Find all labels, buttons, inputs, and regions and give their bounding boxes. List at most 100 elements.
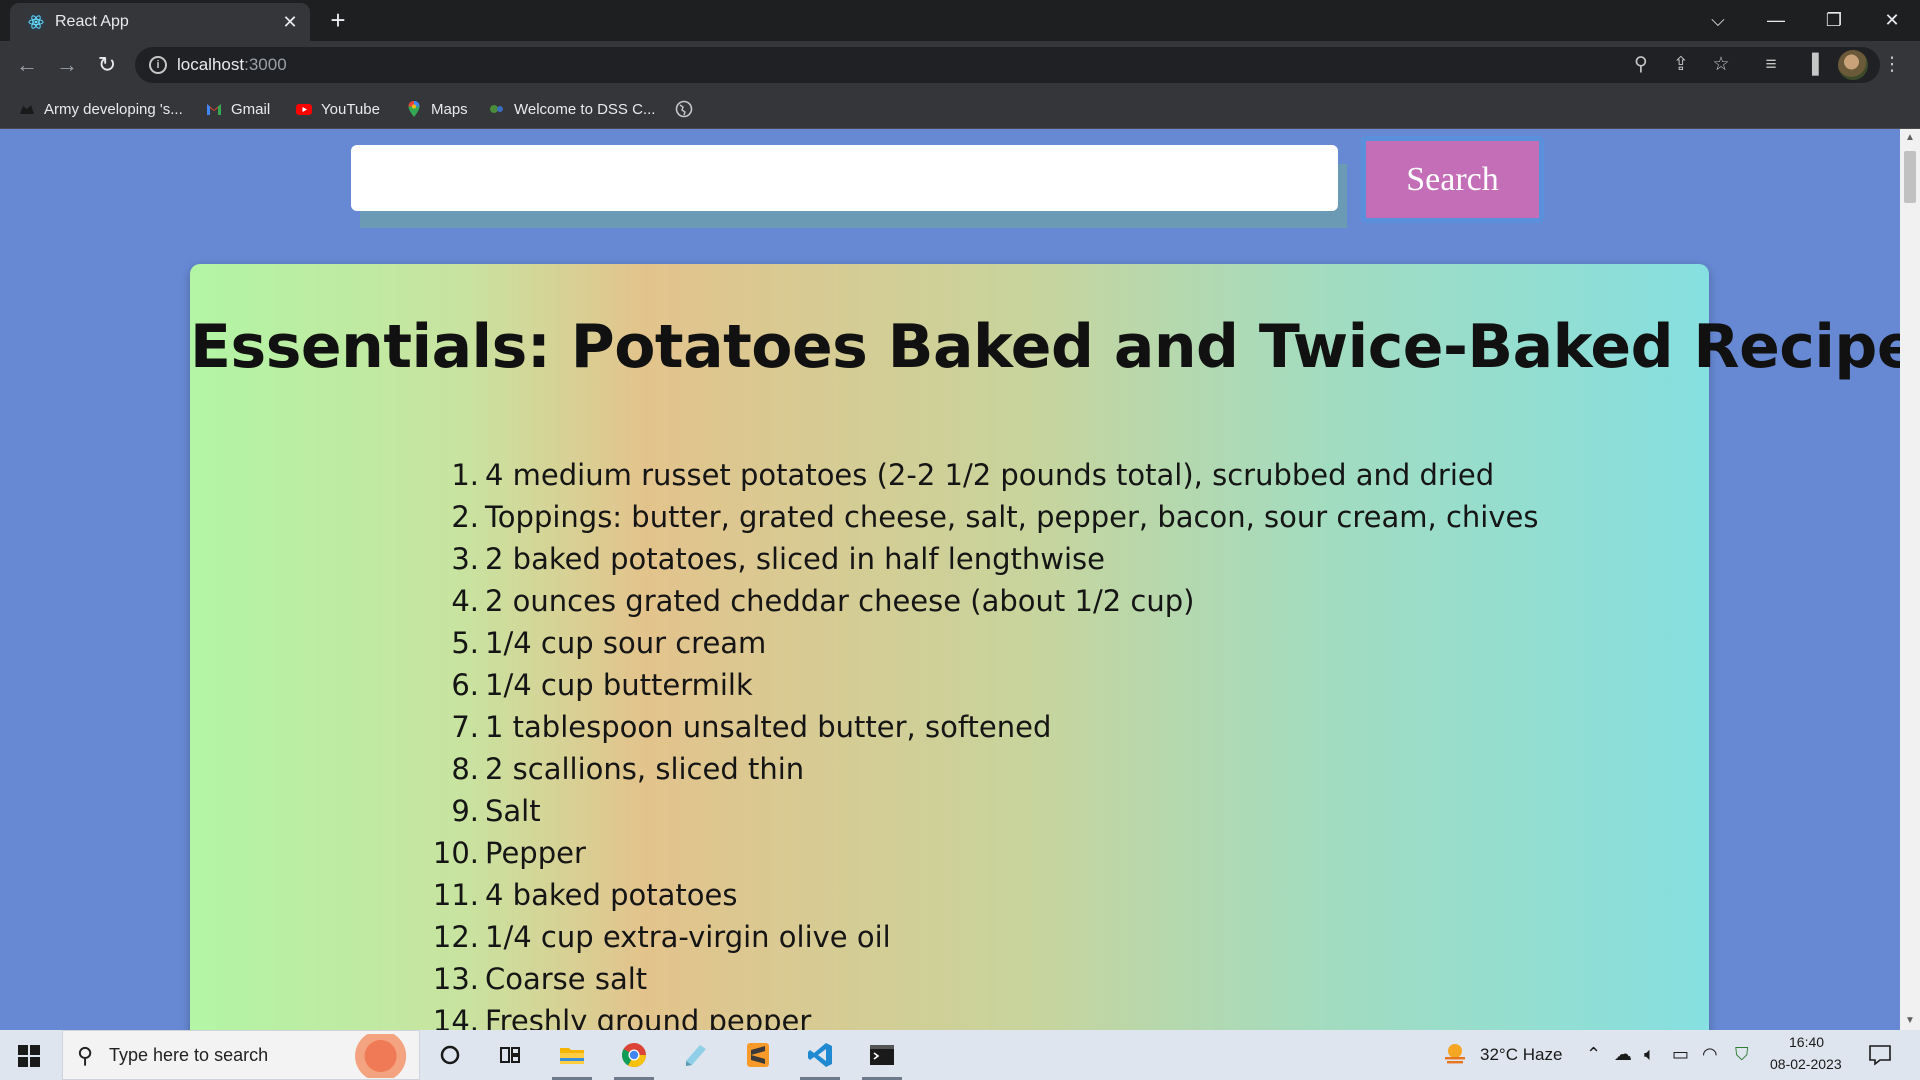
battery-icon[interactable]: ▭ bbox=[1672, 1044, 1689, 1065]
bookmark-star-icon[interactable]: ☆ bbox=[1706, 50, 1736, 80]
maps-icon bbox=[408, 101, 420, 117]
onedrive-cloud-icon[interactable]: ☁ bbox=[1614, 1044, 1632, 1065]
search-button[interactable]: Search bbox=[1361, 136, 1544, 223]
task-view-glyph-icon bbox=[500, 1047, 520, 1063]
search-highlight-image bbox=[329, 1034, 415, 1078]
chevron-up-icon[interactable]: ⌃ bbox=[1586, 1044, 1601, 1065]
ingredient-item: 4 medium russet potatoes (2-2 1/2 pounds… bbox=[451, 454, 1495, 496]
search-input[interactable] bbox=[351, 145, 1338, 211]
tab-title: React App bbox=[55, 13, 129, 30]
chrome-icon bbox=[621, 1043, 646, 1068]
bookmark-label: Army developing 's... bbox=[44, 100, 183, 118]
bookmark-dss[interactable]: Welcome to DSS C... bbox=[488, 97, 655, 121]
sublime-app[interactable] bbox=[732, 1030, 784, 1080]
vscode-icon bbox=[808, 1043, 832, 1067]
site-info-icon[interactable]: i bbox=[149, 56, 167, 74]
scroll-thumb[interactable] bbox=[1904, 151, 1916, 203]
ingredient-item: 1 tablespoon unsalted butter, softened bbox=[451, 706, 1052, 748]
ingredient-item: 4 baked potatoes bbox=[433, 874, 738, 916]
ingredient-item: 2 scallions, sliced thin bbox=[451, 748, 805, 790]
reload-icon[interactable]: ↻ bbox=[94, 52, 120, 78]
scroll-down-arrow-icon[interactable]: ▼ bbox=[1900, 1012, 1920, 1030]
bookmark-label: YouTube bbox=[321, 100, 380, 118]
ingredient-list: 4 medium russet potatoes (2-2 1/2 pounds… bbox=[433, 454, 1539, 1030]
file-explorer-app[interactable] bbox=[546, 1030, 598, 1080]
dss-icon bbox=[490, 105, 503, 113]
share-icon[interactable]: ⇪ bbox=[1666, 50, 1696, 80]
tab-search-chevron-icon[interactable]: ⌵ bbox=[1690, 0, 1746, 41]
terminal-icon bbox=[870, 1045, 894, 1065]
ingredient-item: 2 baked potatoes, sliced in half lengthw… bbox=[451, 538, 1105, 580]
ingredient-item: 1/4 cup sour cream bbox=[451, 622, 767, 664]
ingredient-item: Salt bbox=[451, 790, 541, 832]
scroll-up-arrow-icon[interactable]: ▲ bbox=[1900, 129, 1920, 147]
address-bar[interactable]: i localhost:3000 ⚲ ⇪ ☆ bbox=[135, 47, 1880, 83]
new-tab-button[interactable]: + bbox=[325, 7, 351, 34]
zoom-icon[interactable]: ⚲ bbox=[1626, 50, 1656, 80]
wifi-icon[interactable]: ◠ bbox=[1702, 1044, 1718, 1065]
browser-toolbar: ← → ↻ i localhost:3000 ⚲ ⇪ ☆ ≡ ▐ ⋮ bbox=[0, 41, 1920, 89]
media-queue-icon[interactable]: ≡ bbox=[1756, 50, 1786, 80]
taskbar-search-box[interactable]: ⚲ Type here to search bbox=[62, 1030, 420, 1080]
ingredient-item: Pepper bbox=[433, 832, 586, 874]
bookmark-army[interactable]: Army developing 's... bbox=[18, 97, 183, 121]
url-text: localhost:3000 bbox=[177, 55, 287, 75]
react-icon bbox=[27, 13, 45, 31]
clock-time[interactable]: 16:40 bbox=[1789, 1034, 1824, 1050]
ingredient-item: 1/4 cup extra-virgin olive oil bbox=[433, 916, 891, 958]
page-viewport: Search Essentials: Potatoes Baked and Tw… bbox=[0, 129, 1900, 1030]
ingredient-item: Freshly ground pepper bbox=[433, 1000, 812, 1030]
url-host: localhost bbox=[177, 55, 245, 74]
bookmark-label: Welcome to DSS C... bbox=[514, 100, 656, 118]
cortana-icon[interactable] bbox=[424, 1030, 476, 1080]
windows-start-icon[interactable] bbox=[18, 1045, 40, 1067]
minimize-icon[interactable]: — bbox=[1748, 0, 1804, 41]
close-tab-icon[interactable]: ✕ bbox=[280, 12, 300, 32]
url-port: :3000 bbox=[244, 55, 287, 74]
windows-taskbar: ⚲ Type here to search 32°C Haze ⌃ ☁ 🔈︎ ▭… bbox=[0, 1030, 1920, 1080]
tab-react-app[interactable]: React App ✕ bbox=[10, 3, 310, 41]
terminal-app[interactable] bbox=[856, 1030, 908, 1080]
notification-icon[interactable] bbox=[1868, 1043, 1892, 1067]
bookmark-maps[interactable]: Maps bbox=[405, 97, 468, 121]
page-scrollbar[interactable]: ▲ ▼ bbox=[1900, 129, 1920, 1030]
bookmark-youtube[interactable]: YouTube bbox=[295, 97, 380, 121]
bookmark-globe[interactable] bbox=[675, 97, 693, 121]
forward-arrow-icon[interactable]: → bbox=[54, 52, 80, 78]
back-arrow-icon[interactable]: ← bbox=[14, 52, 40, 78]
restore-icon[interactable]: ❐ bbox=[1806, 0, 1862, 41]
weather-text[interactable]: 32°C Haze bbox=[1480, 1045, 1562, 1065]
ingredient-item: 1/4 cup buttermilk bbox=[451, 664, 753, 706]
ingredient-item: 2 ounces grated cheddar cheese (about 1/… bbox=[451, 580, 1195, 622]
bookmark-label: Gmail bbox=[231, 100, 271, 118]
notepad-icon bbox=[686, 1045, 706, 1066]
army-icon bbox=[20, 105, 34, 114]
notepad-app[interactable] bbox=[670, 1030, 722, 1080]
sublime-text-icon bbox=[747, 1043, 769, 1067]
clock-date[interactable]: 08-02-2023 bbox=[1770, 1056, 1842, 1072]
gmail-icon bbox=[207, 104, 221, 115]
weather-haze-icon bbox=[1445, 1044, 1465, 1064]
ingredient-item: Coarse salt bbox=[433, 958, 648, 1000]
ingredient-item: Toppings: butter, grated cheese, salt, p… bbox=[451, 496, 1539, 538]
bookmark-label: Maps bbox=[431, 100, 468, 118]
browser-tab-bar: React App ✕ + ⌵ — ❐ ✕ bbox=[0, 0, 1920, 41]
side-panel-icon[interactable]: ▐ bbox=[1797, 50, 1827, 80]
globe-icon bbox=[675, 100, 693, 118]
profile-avatar[interactable] bbox=[1838, 50, 1868, 80]
task-view-icon[interactable] bbox=[484, 1030, 536, 1080]
circle-icon bbox=[440, 1045, 460, 1065]
chrome-app[interactable] bbox=[608, 1030, 660, 1080]
security-shield-icon[interactable]: ⛉ bbox=[1735, 1044, 1749, 1065]
search-icon: ⚲ bbox=[77, 1043, 94, 1068]
volume-icon[interactable]: 🔈︎ bbox=[1644, 1044, 1655, 1065]
bookmarks-bar: Army developing 's... Gmail YouTube Maps… bbox=[0, 89, 1920, 129]
folder-icon bbox=[560, 1048, 584, 1064]
close-window-icon[interactable]: ✕ bbox=[1864, 0, 1920, 41]
recipe-title: Essentials: Potatoes Baked and Twice-Bak… bbox=[190, 312, 1900, 382]
taskbar-search-placeholder: Type here to search bbox=[109, 1045, 269, 1065]
bookmark-gmail[interactable]: Gmail bbox=[205, 97, 270, 121]
menu-kebab-icon[interactable]: ⋮ bbox=[1877, 50, 1907, 80]
vscode-app[interactable] bbox=[794, 1030, 846, 1080]
youtube-icon bbox=[296, 104, 312, 115]
